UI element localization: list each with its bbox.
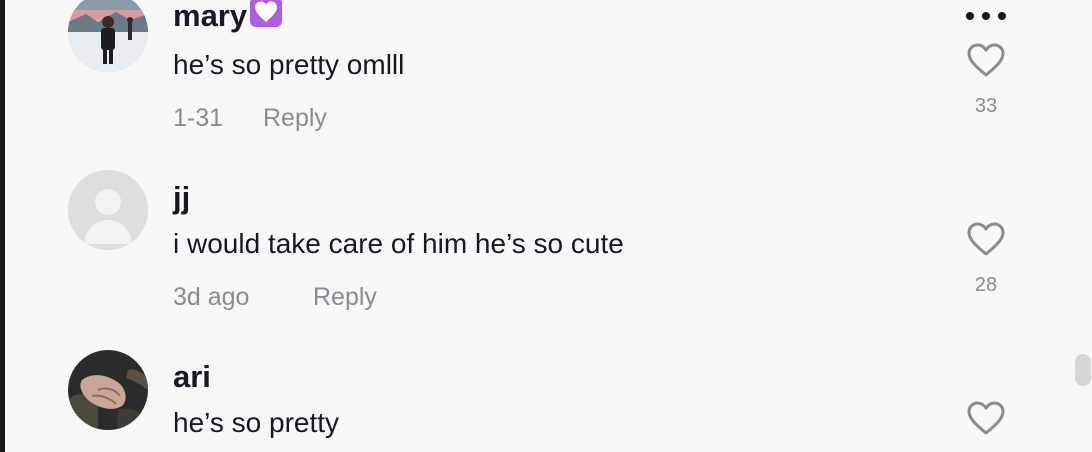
heart-outline-icon[interactable] [966, 400, 1006, 436]
avatar-photo [68, 350, 148, 430]
reply-button[interactable]: Reply [263, 106, 327, 131]
comment-date: 1-31 [173, 104, 224, 132]
default-avatar-icon [68, 170, 148, 250]
heart-outline-icon[interactable] [966, 221, 1006, 257]
left-edge-divider [0, 0, 5, 452]
avatar[interactable] [68, 0, 148, 72]
comment-username[interactable]: jj [173, 182, 190, 213]
scrollbar-thumb[interactable] [1075, 354, 1091, 386]
comment-text: he’s so pretty omlll [173, 49, 405, 80]
more-options-icon[interactable] [964, 10, 1008, 22]
avatar[interactable] [68, 170, 148, 250]
like-count: 33 [974, 95, 998, 117]
username-text: mary [173, 0, 248, 33]
like-count: 28 [974, 274, 998, 296]
comment-text: he’s so pretty [173, 407, 340, 438]
comment-date: 3d ago [173, 283, 250, 311]
avatar-photo [68, 0, 148, 72]
comment-username[interactable]: ari [173, 361, 211, 392]
reply-button[interactable]: Reply [313, 285, 377, 310]
comment-username[interactable]: mary [173, 0, 283, 31]
heart-emoji-icon [250, 0, 283, 27]
comments-screen: mary he’s so pretty omlll 1-31 Reply 33 … [0, 0, 1092, 452]
avatar[interactable] [68, 350, 148, 430]
heart-outline-icon[interactable] [966, 42, 1006, 78]
comment-text: i would take care of him he’s so cute [173, 228, 624, 259]
